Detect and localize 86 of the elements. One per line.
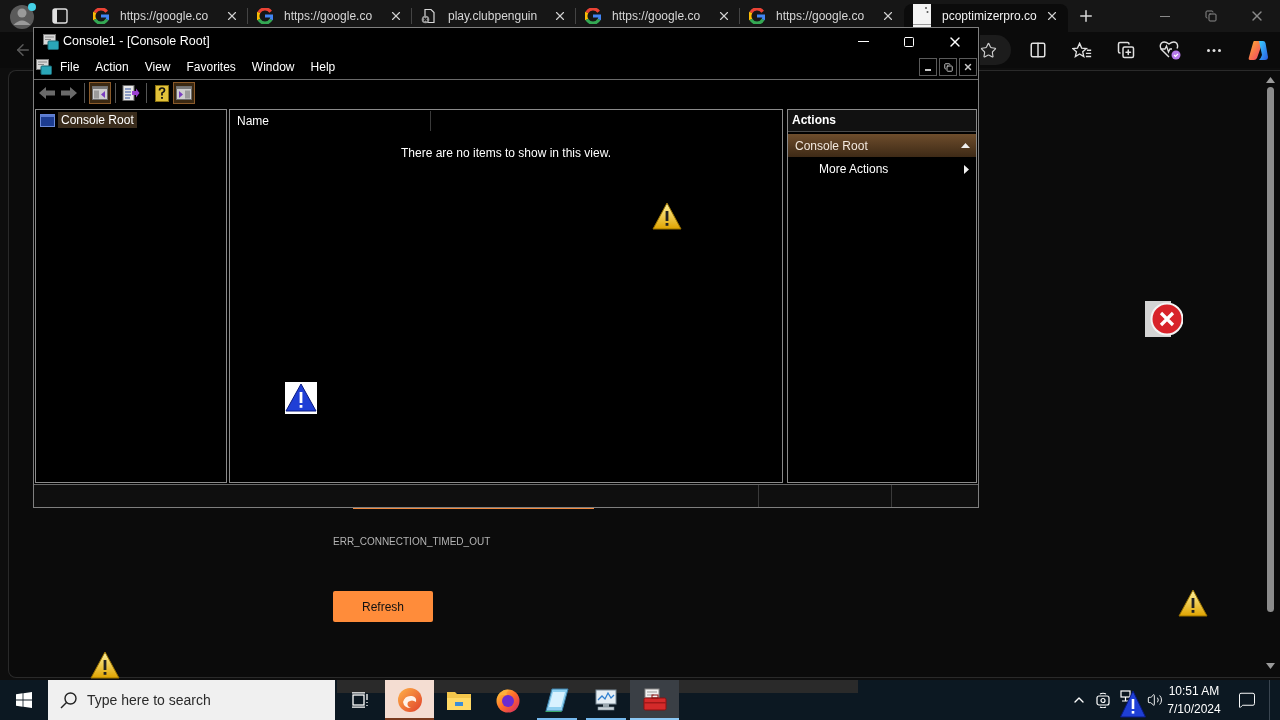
action-pane-icon: [176, 86, 192, 100]
menu-item[interactable]: View: [136, 56, 179, 78]
document-error-icon: [421, 7, 437, 24]
collections-icon: [1117, 41, 1135, 59]
toolbar-button[interactable]: [120, 82, 142, 104]
round-logo-icon: [494, 687, 521, 713]
warning-icon: [285, 382, 317, 414]
notepad-icon: [543, 687, 570, 713]
minimize-icon: [1160, 15, 1170, 17]
action-item[interactable]: More Actions: [788, 157, 976, 181]
search-input[interactable]: Type here to search: [87, 688, 327, 712]
favorites-list-icon: [1072, 42, 1092, 58]
scrollbar-thumb[interactable]: [1266, 87, 1274, 612]
menu-item[interactable]: Window: [243, 56, 303, 78]
profile-avatar-icon: [8, 2, 38, 30]
minimize-icon: [857, 41, 869, 42]
toolbar-button[interactable]: [173, 82, 195, 104]
google-icon: [93, 7, 109, 24]
tree-item[interactable]: Console Root: [58, 112, 137, 128]
gradient-logo-icon: [1247, 39, 1269, 61]
notification-icon: [1238, 691, 1256, 709]
close-icon: [963, 62, 973, 72]
actions-section-header[interactable]: Console Root: [788, 134, 976, 157]
empty-message: There are no items to show in this view.: [400, 145, 612, 162]
refresh-button[interactable]: Refresh: [333, 591, 433, 622]
console-tree-icon: [92, 86, 108, 100]
child-restore-button[interactable]: [939, 58, 957, 76]
menu-item[interactable]: Favorites: [178, 56, 244, 78]
windows-logo-icon: [16, 692, 32, 708]
browser-tab[interactable]: https://google.co: [248, 4, 412, 27]
profile-button[interactable]: [8, 2, 38, 30]
menu-item[interactable]: Help: [302, 56, 344, 78]
forward-arrow-icon: [60, 86, 78, 100]
google-icon: [257, 7, 273, 24]
warning-badge-icon: [1120, 690, 1146, 718]
actions-header: Actions: [788, 110, 976, 132]
console-root-icon: [40, 113, 55, 127]
browser-tab[interactable]: play.clubpenguin: [412, 4, 576, 27]
browser-tab[interactable]: https://google.co: [576, 4, 740, 27]
scroll-down-icon: [1265, 663, 1275, 669]
back-icon: [14, 41, 32, 59]
more-icon: [1207, 48, 1221, 52]
console-app-icon: [43, 33, 59, 50]
taskbar-app-button[interactable]: [385, 680, 434, 720]
warning-icon: [652, 202, 682, 230]
tab-actions-icon: [52, 8, 68, 24]
restore-icon: [943, 62, 953, 72]
monitor-chart-icon: [592, 687, 619, 713]
restore-icon: [1205, 10, 1217, 22]
child-minimize-button[interactable]: [919, 58, 937, 76]
window-title: Console1 - [Console Root]: [63, 33, 210, 51]
browser-tab[interactable]: https://google.co: [84, 4, 248, 27]
camera-icon: [1095, 692, 1111, 708]
split-screen-icon: [1029, 41, 1047, 59]
back-arrow-icon: [38, 86, 56, 100]
maximize-icon: [903, 35, 915, 48]
page-icon: [913, 3, 931, 28]
browser-tab[interactable]: https://google.co: [740, 4, 904, 27]
folder-icon: [445, 689, 472, 711]
scroll-up-icon: [1265, 77, 1275, 83]
plus-icon: [1077, 7, 1095, 25]
address-bar[interactable]: [980, 35, 1011, 65]
heart-pulse-icon: [1159, 40, 1181, 60]
taskbar-app-button[interactable]: [630, 680, 679, 720]
error-icon: [1145, 300, 1183, 338]
child-close-button[interactable]: [959, 58, 977, 76]
search-icon: [60, 691, 77, 709]
toolbar-button[interactable]: [89, 82, 111, 104]
speaker-icon: [1146, 692, 1163, 708]
warning-icon: [1178, 589, 1208, 617]
menu-item[interactable]: Action: [87, 56, 137, 78]
task-view-icon: [351, 692, 369, 708]
favorite-star-icon: [980, 41, 997, 59]
menu-item[interactable]: File: [52, 56, 88, 78]
console-document-icon: [36, 59, 52, 75]
browser-tab[interactable]: pcoptimizerpro.co: [904, 4, 1068, 32]
export-list-icon: [122, 85, 140, 101]
column-header[interactable]: Name: [230, 111, 431, 131]
help-icon: [155, 84, 169, 102]
toolbox-icon: [641, 688, 668, 712]
search-bar[interactable]: Type here to search: [48, 680, 335, 720]
clock[interactable]: 10:51 AM 7/10/2024: [1163, 680, 1225, 720]
google-icon: [749, 7, 765, 24]
google-icon: [585, 7, 601, 24]
error-code: ERR_CONNECTION_TIMED_OUT: [333, 536, 491, 548]
swirl-logo-icon: [396, 687, 423, 713]
